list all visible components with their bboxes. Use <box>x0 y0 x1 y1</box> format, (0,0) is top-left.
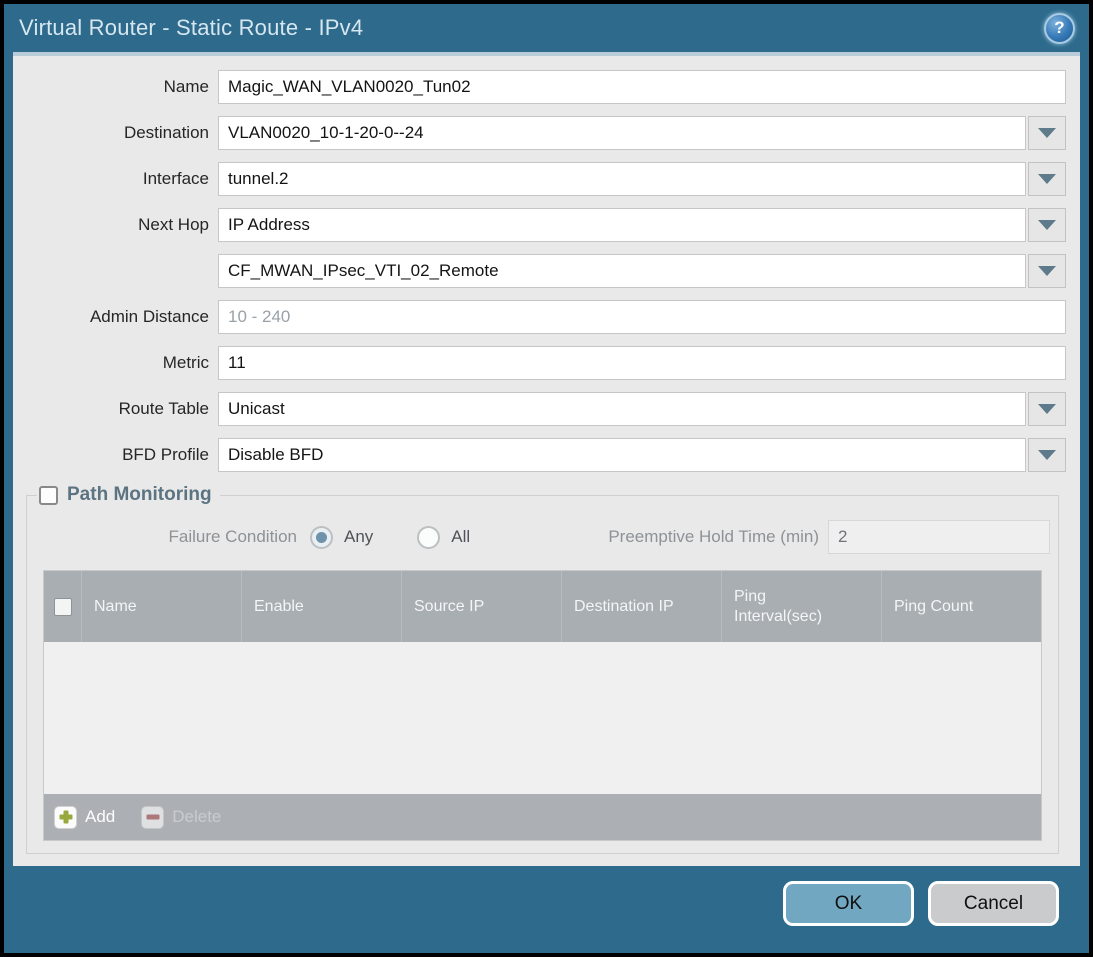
cancel-button[interactable]: Cancel <box>928 881 1059 926</box>
plus-icon <box>54 806 77 829</box>
destination-label: Destination <box>19 123 209 143</box>
table-header: Name Enable Source IP Destination IP Pin… <box>44 571 1041 642</box>
bfd-profile-input[interactable] <box>218 438 1026 472</box>
column-header-ping-interval[interactable]: Ping Interval(sec) <box>721 571 881 642</box>
column-header-ping-count[interactable]: Ping Count <box>881 571 1041 642</box>
metric-label: Metric <box>19 353 209 373</box>
interface-dropdown-button[interactable] <box>1028 162 1066 196</box>
destination-dropdown-button[interactable] <box>1028 116 1066 150</box>
chevron-down-icon <box>1038 174 1056 184</box>
bfd-profile-dropdown-button[interactable] <box>1028 438 1066 472</box>
table-toolbar: Add Delete <box>44 794 1041 840</box>
static-route-dialog: Virtual Router - Static Route - IPv4 ? N… <box>4 4 1089 953</box>
screen: Virtual Router - Static Route - IPv4 ? N… <box>0 0 1093 957</box>
column-header-destination-ip[interactable]: Destination IP <box>561 571 721 642</box>
delete-button-label: Delete <box>172 807 221 827</box>
bfd-profile-label: BFD Profile <box>19 445 209 465</box>
destination-input[interactable] <box>218 116 1026 150</box>
column-header-enable[interactable]: Enable <box>241 571 401 642</box>
next-hop-row: Next Hop <box>19 208 1066 242</box>
metric-row: Metric <box>19 346 1066 380</box>
route-table-dropdown-button[interactable] <box>1028 392 1066 426</box>
failure-condition-any-radio[interactable] <box>310 526 333 549</box>
name-row: Name <box>19 70 1066 104</box>
admin-distance-input[interactable] <box>218 300 1066 334</box>
path-monitoring-section: Path Monitoring Failure Condition Any Al… <box>26 484 1059 854</box>
next-hop-address-input[interactable] <box>218 254 1026 288</box>
interface-label: Interface <box>19 169 209 189</box>
path-monitoring-table: Name Enable Source IP Destination IP Pin… <box>43 570 1042 841</box>
name-input[interactable] <box>218 70 1066 104</box>
next-hop-type-dropdown-button[interactable] <box>1028 208 1066 242</box>
interface-input[interactable] <box>218 162 1026 196</box>
next-hop-address-row <box>19 254 1066 288</box>
preemptive-hold-time-input[interactable] <box>828 520 1050 554</box>
failure-condition-all-radio[interactable] <box>417 526 440 549</box>
dialog-titlebar: Virtual Router - Static Route - IPv4 ? <box>4 4 1089 52</box>
route-table-input[interactable] <box>218 392 1026 426</box>
select-all-cell <box>44 571 81 642</box>
failure-condition-all-label: All <box>451 527 470 547</box>
route-table-row: Route Table <box>19 392 1066 426</box>
table-body-empty <box>44 642 1041 794</box>
column-header-name[interactable]: Name <box>81 571 241 642</box>
path-monitoring-checkbox[interactable] <box>39 486 58 505</box>
bfd-profile-row: BFD Profile <box>19 438 1066 472</box>
name-label: Name <box>19 77 209 97</box>
column-header-source-ip[interactable]: Source IP <box>401 571 561 642</box>
next-hop-label: Next Hop <box>19 215 209 235</box>
next-hop-type-input[interactable] <box>218 208 1026 242</box>
metric-input[interactable] <box>218 346 1066 380</box>
ok-button[interactable]: OK <box>783 881 914 926</box>
chevron-down-icon <box>1038 450 1056 460</box>
failure-condition-row: Failure Condition Any All Preemptive Hol… <box>35 520 1050 554</box>
admin-distance-label: Admin Distance <box>19 307 209 327</box>
route-table-label: Route Table <box>19 399 209 419</box>
preemptive-hold-time-label: Preemptive Hold Time (min) <box>608 527 819 547</box>
select-all-checkbox[interactable] <box>54 598 72 616</box>
path-monitoring-legend: Path Monitoring <box>37 484 220 506</box>
path-monitoring-title: Path Monitoring <box>67 484 212 506</box>
dialog-content: Name Destination Interface <box>13 52 1080 866</box>
chevron-down-icon <box>1038 128 1056 138</box>
dialog-title: Virtual Router - Static Route - IPv4 <box>19 15 363 41</box>
failure-condition-label: Failure Condition <box>35 527 297 547</box>
interface-row: Interface <box>19 162 1066 196</box>
destination-row: Destination <box>19 116 1066 150</box>
admin-distance-row: Admin Distance <box>19 300 1066 334</box>
minus-icon <box>141 806 164 829</box>
failure-condition-any-label: Any <box>344 527 373 547</box>
next-hop-address-dropdown-button[interactable] <box>1028 254 1066 288</box>
chevron-down-icon <box>1038 266 1056 276</box>
dialog-footer: OK Cancel <box>4 866 1089 953</box>
chevron-down-icon <box>1038 220 1056 230</box>
help-icon[interactable]: ? <box>1044 13 1075 44</box>
add-button[interactable]: Add <box>54 806 115 829</box>
delete-button[interactable]: Delete <box>141 806 221 829</box>
add-button-label: Add <box>85 807 115 827</box>
chevron-down-icon <box>1038 404 1056 414</box>
